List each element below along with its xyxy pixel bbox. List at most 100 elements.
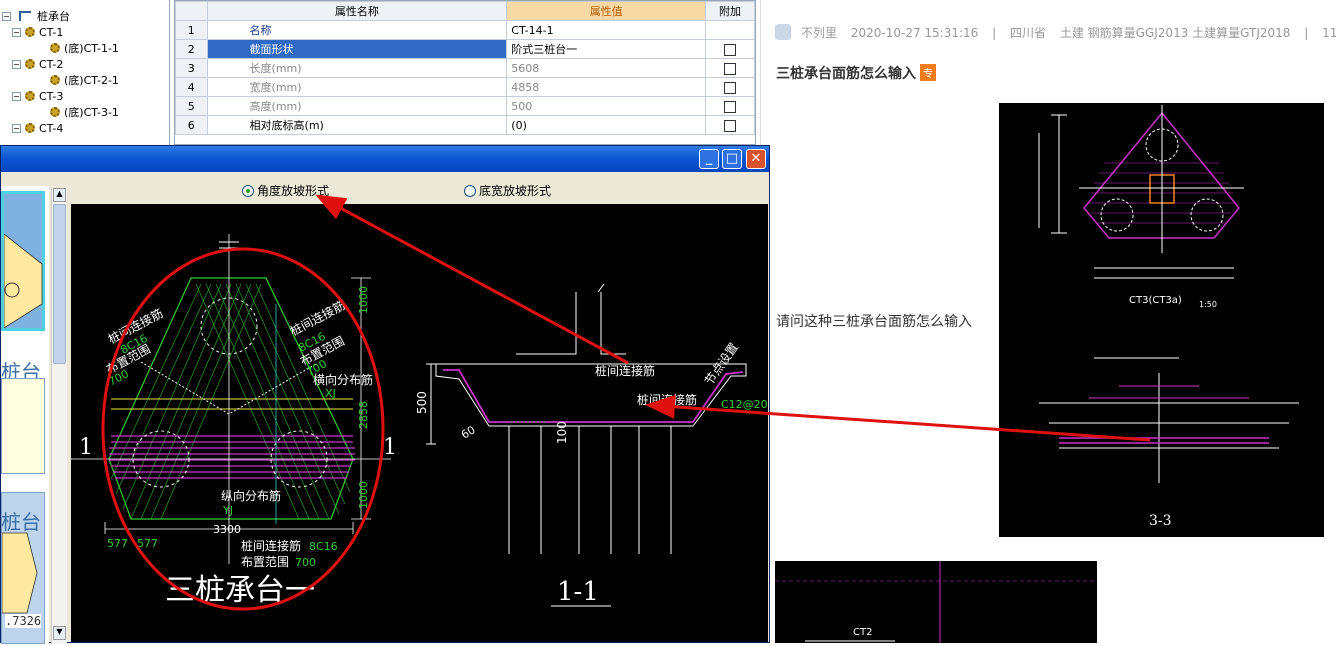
- property-value[interactable]: 5608: [506, 58, 707, 78]
- thumbnail-scrollbar[interactable]: ▲ ▼: [51, 188, 67, 644]
- tree-subitem-label: (底)CT-2-1: [64, 74, 119, 87]
- extra-checkbox[interactable]: [724, 62, 737, 75]
- table-row[interactable]: 2 截面形状 阶式三桩台一: [175, 39, 755, 59]
- radio-width-slope[interactable]: 底宽放坡形式: [464, 182, 551, 199]
- header-extra: 附加: [705, 1, 755, 21]
- slope-form-options: 角度放坡形式 底宽放坡形式: [71, 176, 768, 202]
- cad-drawing-ct3: CT3(CT3a) 1:50 3-3: [1038, 105, 1299, 529]
- section-label-pile-bars-mid: 桩间连接筋: [637, 392, 697, 407]
- radio-selected-icon[interactable]: [242, 185, 254, 197]
- row-number: 5: [175, 96, 208, 116]
- collapse-icon[interactable]: −: [12, 92, 21, 101]
- dialog-titlebar[interactable]: _ □ ✕: [1, 146, 769, 172]
- tree-item[interactable]: − CT-4: [12, 121, 63, 137]
- extra-checkbox[interactable]: [724, 100, 737, 113]
- extra-checkbox[interactable]: [724, 81, 737, 94]
- row-number: 4: [175, 77, 208, 97]
- table-row[interactable]: 6 相对底标高(m) (0): [175, 115, 755, 135]
- minimize-button[interactable]: _: [699, 149, 719, 169]
- section-angle-60: 60: [459, 423, 478, 441]
- extra-checkbox[interactable]: [724, 119, 737, 132]
- drawing-caption-section: 1-1: [557, 577, 599, 607]
- coordinate-readout: .7326: [5, 614, 42, 628]
- property-name[interactable]: 相对底标高(m): [206, 115, 508, 135]
- property-name[interactable]: 宽度(mm): [206, 77, 508, 97]
- tree-subitem[interactable]: (底)CT-3-1: [50, 105, 119, 121]
- property-value[interactable]: 500: [506, 96, 707, 116]
- label-horizontal-bars: 横向分布筋: [313, 372, 373, 387]
- row-number: 6: [175, 115, 208, 135]
- property-name[interactable]: 名称: [206, 20, 508, 40]
- table-row[interactable]: 3 长度(mm) 5608: [175, 58, 755, 78]
- maximize-button[interactable]: □: [722, 149, 742, 169]
- tree-subitem-label: (底)CT-3-1: [64, 106, 119, 119]
- gear-icon: [50, 107, 60, 117]
- drawing-scale: 1:50: [1199, 300, 1217, 309]
- cad-drawing-ct2: CT2: [775, 561, 1097, 643]
- property-value[interactable]: CT-14-1: [506, 20, 707, 40]
- collapse-icon[interactable]: −: [2, 12, 11, 21]
- scroll-down-icon[interactable]: ▼: [53, 626, 66, 640]
- tree-item[interactable]: − CT-3: [12, 89, 63, 105]
- scroll-up-icon[interactable]: ▲: [53, 188, 66, 202]
- radio-angle-slope[interactable]: 角度放坡形式: [242, 182, 329, 199]
- three-pile-cap-drawing: 1000 2858 1000 3300 577 577 桩间连接筋 8C16 布…: [71, 234, 768, 611]
- collapse-icon[interactable]: −: [12, 28, 21, 37]
- collapse-icon[interactable]: −: [12, 124, 21, 133]
- property-value[interactable]: 4858: [506, 77, 707, 97]
- attached-drawing-image[interactable]: CT3(CT3a) 1:50 3-3: [999, 103, 1324, 537]
- property-name[interactable]: 长度(mm): [206, 58, 508, 78]
- section-label-c12: C12@200: [721, 398, 768, 411]
- collapse-icon[interactable]: −: [12, 60, 21, 69]
- section-marker-left: 1: [79, 435, 93, 460]
- label-spec-bottom: 8C16: [309, 540, 338, 553]
- meta-separator: |: [992, 26, 997, 40]
- radio-unselected-icon[interactable]: [464, 185, 476, 197]
- extra-checkbox[interactable]: [724, 43, 737, 56]
- tree-root[interactable]: − 桩承台: [2, 9, 70, 25]
- table-row[interactable]: 1 名称 CT-14-1: [175, 20, 755, 40]
- tree-item-label: CT-1: [39, 26, 64, 39]
- thumbnail-selected[interactable]: [1, 191, 45, 331]
- section-dim-500: 500: [415, 391, 429, 414]
- author-name[interactable]: 不列里: [801, 26, 837, 40]
- tree-item-label: CT-4: [39, 122, 64, 135]
- dim-3300: 3300: [213, 523, 241, 536]
- meta-separator: |: [1304, 26, 1309, 40]
- tree-subitem[interactable]: (底)CT-1-1: [50, 41, 119, 57]
- property-value[interactable]: (0): [506, 115, 707, 135]
- component-tree[interactable]: − 桩承台 − CT-1 (底)CT-1-1 − CT-2 (底)CT-2-1 − C…: [0, 0, 170, 145]
- avatar-icon[interactable]: [775, 24, 791, 40]
- drawing-label: CT2: [853, 627, 872, 638]
- section-label-pile-bars-top: 桩间连接筋: [595, 363, 655, 378]
- post-location: 四川省: [1010, 26, 1047, 40]
- table-row[interactable]: 5 高度(mm) 500: [175, 96, 755, 116]
- drawing-caption: CT3(CT3a): [1129, 295, 1182, 306]
- meta-trailing: 11: [1322, 26, 1336, 40]
- section-thumbnail-list[interactable]: 桩台 桩台 .7326: [1, 186, 49, 644]
- post-tags[interactable]: 土建 钢筋算量GGJ2013 土建算量GTJ2018: [1060, 26, 1291, 40]
- section-dim-100: 100: [555, 421, 569, 444]
- drawing-caption-main: 三桩承台一: [165, 573, 315, 608]
- dim-2858: 2858: [357, 401, 370, 429]
- tree-root-label: 桩承台: [37, 10, 70, 23]
- table-row[interactable]: 4 宽度(mm) 4858: [175, 77, 755, 97]
- header-property-name: 属性名称: [206, 1, 508, 21]
- attached-drawing-image-2[interactable]: CT2: [775, 561, 1097, 643]
- tree-item[interactable]: − CT-2: [12, 57, 63, 73]
- property-name[interactable]: 截面形状: [206, 39, 508, 59]
- three-pile-thumbnail-icon: [3, 233, 43, 329]
- property-value[interactable]: 阶式三桩台一: [506, 39, 707, 59]
- header-property-value: 属性值: [506, 1, 707, 21]
- scrollbar-thumb[interactable]: [53, 204, 66, 364]
- extra-cell: [705, 20, 755, 40]
- thumbnail[interactable]: [1, 378, 45, 474]
- cad-preview: 1000 2858 1000 3300 577 577 桩间连接筋 8C16 布…: [71, 204, 768, 642]
- tree-item[interactable]: − CT-1: [12, 25, 63, 41]
- tree-subitem[interactable]: (底)CT-2-1: [50, 73, 119, 89]
- row-number: 1: [175, 20, 208, 40]
- property-name[interactable]: 高度(mm): [206, 96, 508, 116]
- close-button[interactable]: ✕: [746, 149, 766, 169]
- label-pile-bars-bottom: 桩间连接筋: [241, 538, 301, 553]
- dim-577-a: 577: [107, 537, 128, 550]
